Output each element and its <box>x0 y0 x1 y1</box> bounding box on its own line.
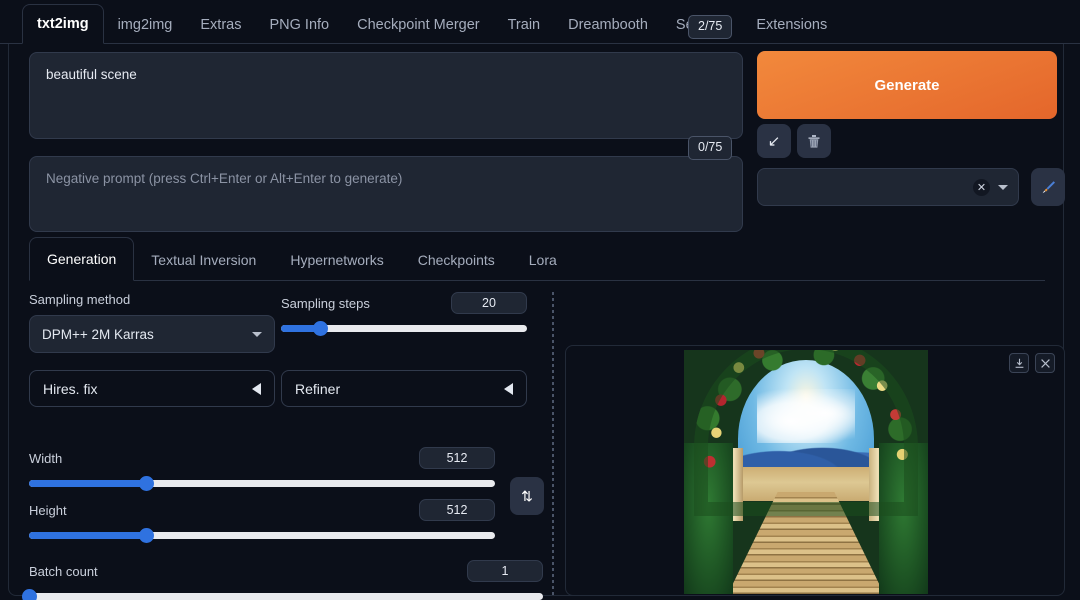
batch-count-group: Batch count 1 <box>22 560 543 600</box>
height-label: Height <box>29 502 67 518</box>
batch-count-value[interactable]: 1 <box>467 560 543 582</box>
close-icon <box>1040 358 1050 368</box>
gallery-toolbar <box>1009 353 1055 373</box>
tab-extras[interactable]: Extras <box>186 17 255 44</box>
generated-image[interactable] <box>684 350 928 594</box>
chevron-down-icon[interactable] <box>998 184 1008 190</box>
tab-train[interactable]: Train <box>494 17 555 44</box>
tab-extensions[interactable]: Extensions <box>742 17 841 44</box>
download-button[interactable] <box>1009 353 1029 373</box>
sampling-steps-slider[interactable] <box>281 321 527 336</box>
clear-prompt-button[interactable] <box>797 124 831 158</box>
sampling-method-select[interactable]: DPM++ 2M Karras <box>29 315 275 353</box>
chevron-left-icon[interactable] <box>252 382 261 395</box>
width-slider[interactable] <box>29 476 495 491</box>
negative-token-counter: 0/75 <box>688 136 733 160</box>
sampling-steps-group: Sampling steps 20 <box>281 292 527 336</box>
clear-styles-icon[interactable]: ✕ <box>973 178 990 196</box>
tab-img2img[interactable]: img2img <box>104 17 187 44</box>
refiner-label: Refiner <box>295 380 341 397</box>
sampling-method-label: Sampling method <box>29 292 131 307</box>
apply-styles-button[interactable] <box>1031 168 1065 206</box>
sampling-steps-value[interactable]: 20 <box>451 292 527 314</box>
hires-fix-accordion[interactable]: Hires. fix <box>29 370 275 407</box>
subtab-generation[interactable]: Generation <box>29 237 135 281</box>
height-slider[interactable] <box>29 528 495 543</box>
chevron-left-icon[interactable] <box>504 382 513 395</box>
chevron-down-icon[interactable] <box>252 331 262 337</box>
generation-settings: Sampling method DPM++ 2M Karras Sampling… <box>22 292 544 600</box>
height-group: Height 512 <box>29 499 495 543</box>
swap-arrows-icon: ⇅ <box>521 487 533 504</box>
sampling-method-value: DPM++ 2M Karras <box>42 326 154 342</box>
swap-dimensions-button[interactable]: ⇅ <box>510 477 544 515</box>
sampling-method-group: Sampling method DPM++ 2M Karras <box>29 292 275 353</box>
tab-txt2img[interactable]: txt2img <box>22 3 104 44</box>
subtab-checkpoints[interactable]: Checkpoints <box>401 252 512 280</box>
stable-diffusion-webui: txt2img img2img Extras PNG Info Checkpoi… <box>0 0 1080 600</box>
close-button[interactable] <box>1035 353 1055 373</box>
download-icon <box>1015 358 1023 368</box>
result-gallery <box>565 345 1065 596</box>
sampling-steps-label: Sampling steps <box>281 295 370 311</box>
batch-count-slider[interactable] <box>22 589 543 600</box>
paintbrush-icon <box>1042 181 1055 194</box>
subtab-textual-inversion[interactable]: Textual Inversion <box>134 252 273 280</box>
width-value[interactable]: 512 <box>419 447 495 469</box>
refiner-accordion[interactable]: Refiner <box>281 370 527 407</box>
subtab-lora[interactable]: Lora <box>512 252 574 280</box>
txt2img-panel: beautiful scene 2/75 Negative prompt (pr… <box>8 15 1065 600</box>
positive-prompt-input[interactable]: beautiful scene <box>29 52 743 139</box>
generation-tab-bar: Generation Textual Inversion Hypernetwor… <box>29 235 1045 281</box>
prompt-area: beautiful scene 2/75 Negative prompt (pr… <box>29 15 743 232</box>
main-tab-bar: txt2img img2img Extras PNG Info Checkpoi… <box>0 0 1080 44</box>
hires-fix-label: Hires. fix <box>43 380 98 397</box>
tab-checkpoint-merger[interactable]: Checkpoint Merger <box>343 17 494 44</box>
arrow-down-left-icon: ↙ <box>767 133 781 150</box>
tab-dreambooth[interactable]: Dreambooth <box>554 17 662 44</box>
batch-count-label: Batch count <box>29 563 98 579</box>
positive-token-counter: 2/75 <box>688 15 733 39</box>
styles-dropdown[interactable]: ✕ <box>757 168 1019 206</box>
width-group: Width 512 <box>29 447 495 491</box>
trash-icon <box>808 134 820 148</box>
generate-button[interactable]: Generate <box>757 51 1057 119</box>
width-label: Width <box>29 450 63 466</box>
column-resize-handle[interactable] <box>552 292 554 596</box>
negative-prompt-input[interactable]: Negative prompt (press Ctrl+Enter or Alt… <box>29 156 743 232</box>
height-value[interactable]: 512 <box>419 499 495 521</box>
read-generation-params-button[interactable]: ↙ <box>757 124 791 158</box>
subtab-hypernetworks[interactable]: Hypernetworks <box>273 252 400 280</box>
tab-png-info[interactable]: PNG Info <box>255 17 343 44</box>
